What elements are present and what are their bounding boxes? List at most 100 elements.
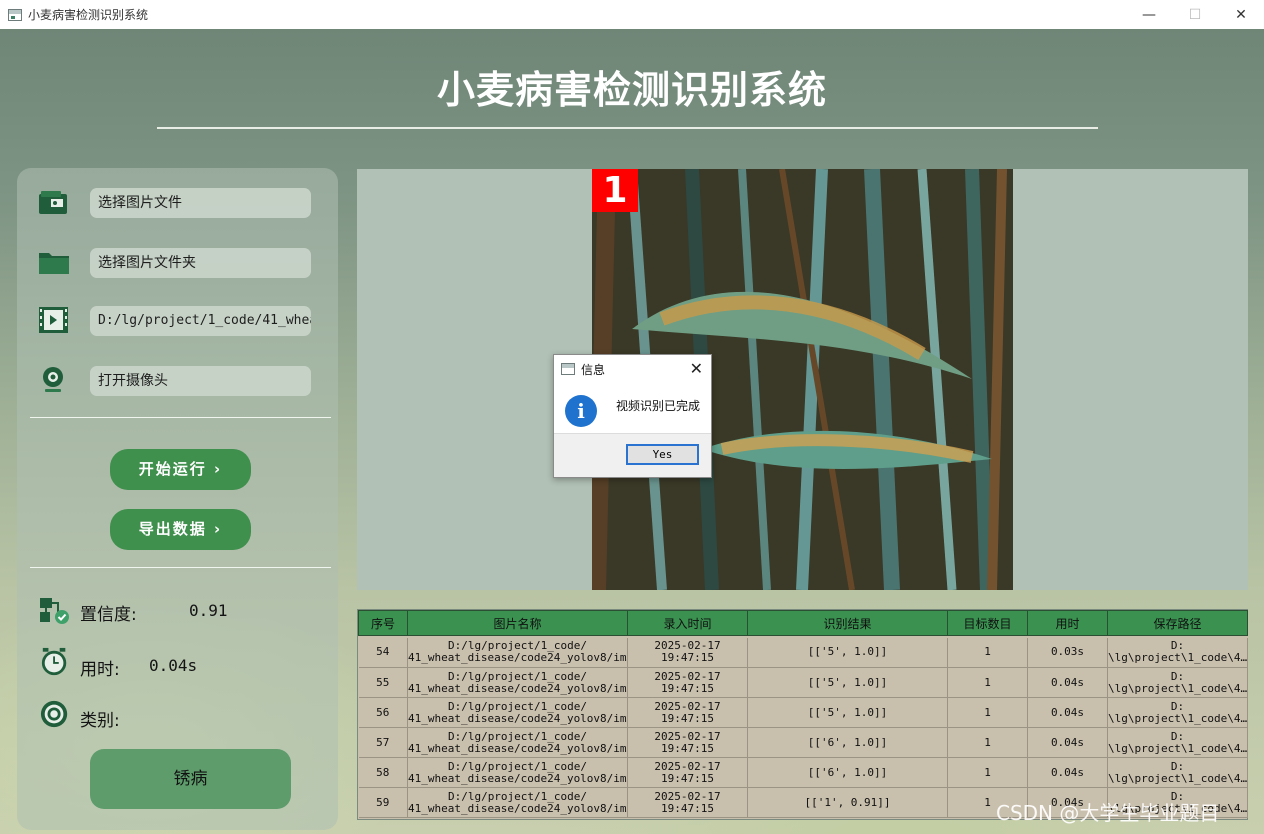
video-icon[interactable] [37,305,71,335]
column-header[interactable]: 录入时间 [627,610,748,636]
app-main: 小麦病害检测识别系统 选择图片文件 选择图片文件夹 D:/lg/project/… [0,29,1264,834]
column-header[interactable]: 识别结果 [747,610,948,636]
cell-duration: 0.04s [1027,697,1108,728]
close-button[interactable]: ✕ [1218,0,1264,29]
column-header[interactable]: 用时 [1027,610,1108,636]
cell-time: 2025-02-17 19:47:15 [627,787,748,818]
image-file-icon[interactable] [37,188,71,218]
cell-count: 1 [947,727,1028,758]
dialog-message: 视频识别已完成 [616,399,701,413]
table-row[interactable]: 54 D:/lg/project/1_code/41_wheat_disease… [358,637,1248,668]
cell-name-line2: 41_wheat_disease/code24_yolov8/im… [408,651,628,665]
camera-icon[interactable] [37,365,71,395]
confidence-value: 0.91 [189,601,228,620]
image-folder-field[interactable]: 选择图片文件夹 [90,248,311,278]
cell-path: D: \lg\project\1_code\4… [1107,667,1248,698]
cell-clock: 19:47:15 [661,771,714,785]
minimize-button[interactable]: — [1126,0,1172,29]
cell-path: D: \lg\project\1_code\4… [1107,637,1248,668]
dialog-header: 信息 ✕ [554,355,711,383]
cell-path-line1: D: [1170,729,1185,743]
time-label: 用时: [80,660,120,680]
cell-count: 1 [947,697,1028,728]
cell-result: [['6', 1.0]] [747,757,948,788]
cell-path: D: \lg\project\1_code\4… [1107,697,1248,728]
start-button[interactable]: 开始运行 › [110,449,251,490]
cell-clock: 19:47:15 [661,741,714,755]
control-panel: 选择图片文件 选择图片文件夹 D:/lg/project/1_code/41_w… [17,168,338,830]
cell-id: 58 [358,757,408,788]
cell-name-line2: 41_wheat_disease/code24_yolov8/im… [408,711,628,725]
cell-count: 1 [947,667,1028,698]
cell-path-line2: \lg\project\1_code\4… [1108,771,1248,785]
app-icon [8,8,22,21]
cell-clock: 19:47:15 [661,651,714,665]
cell-clock: 19:47:15 [661,681,714,695]
column-header[interactable]: 目标数目 [947,610,1028,636]
image-file-field[interactable]: 选择图片文件 [90,188,311,218]
cell-path: D: \lg\project\1_code\4… [1107,757,1248,788]
dialog-close-icon[interactable]: ✕ [690,359,703,378]
cell-duration: 0.03s [1027,637,1108,668]
cell-time: 2025-02-17 19:47:15 [627,667,748,698]
title-divider [157,127,1098,129]
cell-date: 2025-02-17 [654,669,721,683]
cell-count: 1 [947,637,1028,668]
target-icon [40,700,68,728]
cell-name-line2: 41_wheat_disease/code24_yolov8/im… [408,801,628,815]
cell-date: 2025-02-17 [654,699,721,713]
cell-name-line2: 41_wheat_disease/code24_yolov8/im… [408,741,628,755]
cell-name: D:/lg/project/1_code/41_wheat_disease/co… [407,637,628,668]
cell-name: D:/lg/project/1_code/41_wheat_disease/co… [407,727,628,758]
column-header[interactable]: 图片名称 [407,610,628,636]
cell-path-line2: \lg\project\1_code\4… [1108,741,1248,755]
cell-duration: 0.04s [1027,757,1108,788]
cell-duration: 0.04s [1027,727,1108,758]
table-row[interactable]: 58 D:/lg/project/1_code/41_wheat_disease… [358,757,1248,788]
cell-path-line2: \lg\project\1_code\4… [1108,711,1248,725]
cell-id: 56 [358,697,408,728]
page-title: 小麦病害检测识别系统 [436,68,827,112]
window-titlebar: 小麦病害检测识别系统 — ☐ ✕ [0,0,1264,29]
cell-time: 2025-02-17 19:47:15 [627,697,748,728]
cell-id: 55 [358,667,408,698]
cell-id: 59 [358,787,408,818]
cell-name-line1: D:/lg/project/1_code/ [447,729,588,743]
column-header[interactable]: 序号 [358,610,408,636]
cell-result: [['5', 1.0]] [747,637,948,668]
dialog-footer: Yes [554,433,711,477]
cell-date: 2025-02-17 [654,789,721,803]
cell-name-line1: D:/lg/project/1_code/ [447,759,588,773]
cell-clock: 19:47:15 [661,711,714,725]
cell-clock: 19:47:15 [661,801,714,815]
camera-field[interactable]: 打开摄像头 [90,366,311,396]
time-value: 0.04s [149,656,198,675]
cell-path-line1: D: [1170,699,1185,713]
watermark: CSDN @大学生毕业题目 [996,801,1220,825]
table-row[interactable]: 57 D:/lg/project/1_code/41_wheat_disease… [358,727,1248,758]
maximize-button[interactable]: ☐ [1172,0,1218,29]
dialog-app-icon [561,363,575,375]
class-label: 类别: [80,711,120,731]
video-path-field[interactable]: D:/lg/project/1_code/41_wheat_disease/co… [90,306,311,336]
folder-icon[interactable] [37,247,71,277]
cell-name: D:/lg/project/1_code/41_wheat_disease/co… [407,697,628,728]
cell-path-line2: \lg\project\1_code\4… [1108,681,1248,695]
table-row[interactable]: 56 D:/lg/project/1_code/41_wheat_disease… [358,697,1248,728]
cell-name: D:/lg/project/1_code/41_wheat_disease/co… [407,667,628,698]
cell-name-line2: 41_wheat_disease/code24_yolov8/im… [408,681,628,695]
yes-button[interactable]: Yes [626,444,699,465]
table-row[interactable]: 55 D:/lg/project/1_code/41_wheat_disease… [358,667,1248,698]
cell-name: D:/lg/project/1_code/41_wheat_disease/co… [407,787,628,818]
cell-path: D: \lg\project\1_code\4… [1107,727,1248,758]
cell-duration: 0.04s [1027,667,1108,698]
cell-name-line1: D:/lg/project/1_code/ [447,789,588,803]
cell-path-line1: D: [1170,759,1185,773]
column-header[interactable]: 保存路径 [1107,610,1248,636]
cell-id: 54 [358,637,408,668]
cell-date: 2025-02-17 [654,759,721,773]
detection-box-label: 1 [592,169,638,212]
dialog-title: 信息 [581,362,606,377]
divider [30,417,331,418]
export-button[interactable]: 导出数据 › [110,509,251,550]
